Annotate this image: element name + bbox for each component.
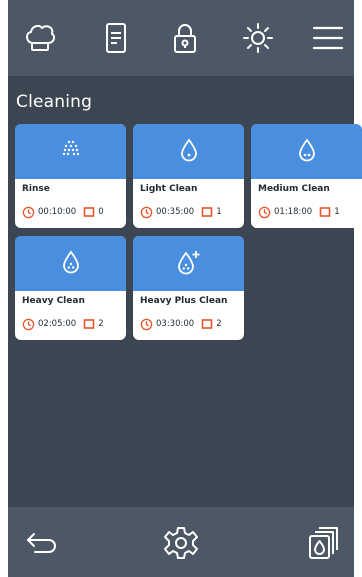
chef-hat-icon[interactable] — [20, 18, 60, 58]
back-arrow-icon[interactable] — [22, 523, 62, 563]
cleaning-cards-icon[interactable] — [304, 523, 344, 563]
tablet-icon — [201, 318, 213, 330]
program-duration: 00:35:00 — [156, 207, 195, 217]
program-duration: 01:18:00 — [274, 207, 313, 217]
program-duration: 03:30:00 — [156, 319, 195, 329]
tablet-count: 0 — [98, 207, 104, 217]
drop-plus-icon — [176, 249, 202, 279]
program-card-medium-clean[interactable]: Medium Clean 01:18:00 1 — [251, 124, 362, 228]
recipe-book-icon[interactable] — [96, 18, 136, 58]
tablet-icon — [319, 206, 331, 218]
brightness-icon[interactable] — [238, 18, 278, 58]
tablet-count: 1 — [216, 207, 222, 217]
tablet-count: 2 — [216, 319, 222, 329]
program-card-heavy-clean[interactable]: Heavy Clean 02:05:00 2 — [15, 236, 126, 340]
lock-icon[interactable] — [165, 18, 205, 58]
clock-icon — [140, 318, 153, 331]
card-header — [251, 124, 362, 179]
tablet-count: 1 — [334, 207, 340, 217]
program-name: Heavy Clean — [22, 296, 85, 306]
program-meta: 02:05:00 2 — [22, 317, 104, 331]
settings-gear-icon[interactable] — [161, 523, 201, 563]
tablet-icon — [201, 206, 213, 218]
tablet-icon — [83, 206, 95, 218]
tablet-icon — [83, 318, 95, 330]
clock-icon — [258, 206, 271, 219]
program-name: Rinse — [22, 184, 50, 194]
bottom-nav-bar — [8, 507, 354, 577]
program-meta: 03:30:00 2 — [140, 317, 222, 331]
program-duration: 02:05:00 — [38, 319, 77, 329]
program-meta: 01:18:00 1 — [258, 205, 340, 219]
drop-icon — [178, 138, 200, 166]
program-name: Light Clean — [140, 184, 198, 194]
clock-icon — [140, 206, 153, 219]
menu-icon[interactable] — [308, 18, 348, 58]
card-header — [15, 236, 126, 291]
clock-icon — [22, 206, 35, 219]
program-duration: 00:10:00 — [38, 207, 77, 217]
drop-icon — [60, 250, 82, 278]
program-meta: 00:10:00 0 — [22, 205, 104, 219]
tablet-count: 2 — [98, 319, 104, 329]
page-title: Cleaning — [16, 92, 93, 112]
card-header — [133, 236, 244, 291]
program-card-heavy-plus-clean[interactable]: Heavy Plus Clean 03:30:00 2 — [133, 236, 244, 340]
program-card-light-clean[interactable]: Light Clean 00:35:00 1 — [133, 124, 244, 228]
top-nav-bar — [8, 0, 354, 76]
card-header — [133, 124, 244, 179]
card-header — [15, 124, 126, 179]
clock-icon — [22, 318, 35, 331]
oven-screen: Cleaning Rinse 00:10:00 0 Light Clean 00… — [8, 0, 362, 577]
spray-icon — [60, 139, 82, 165]
program-meta: 00:35:00 1 — [140, 205, 222, 219]
drop-icon — [296, 138, 318, 166]
program-card-rinse[interactable]: Rinse 00:10:00 0 — [15, 124, 126, 228]
program-name: Medium Clean — [258, 184, 330, 194]
program-name: Heavy Plus Clean — [140, 296, 228, 306]
